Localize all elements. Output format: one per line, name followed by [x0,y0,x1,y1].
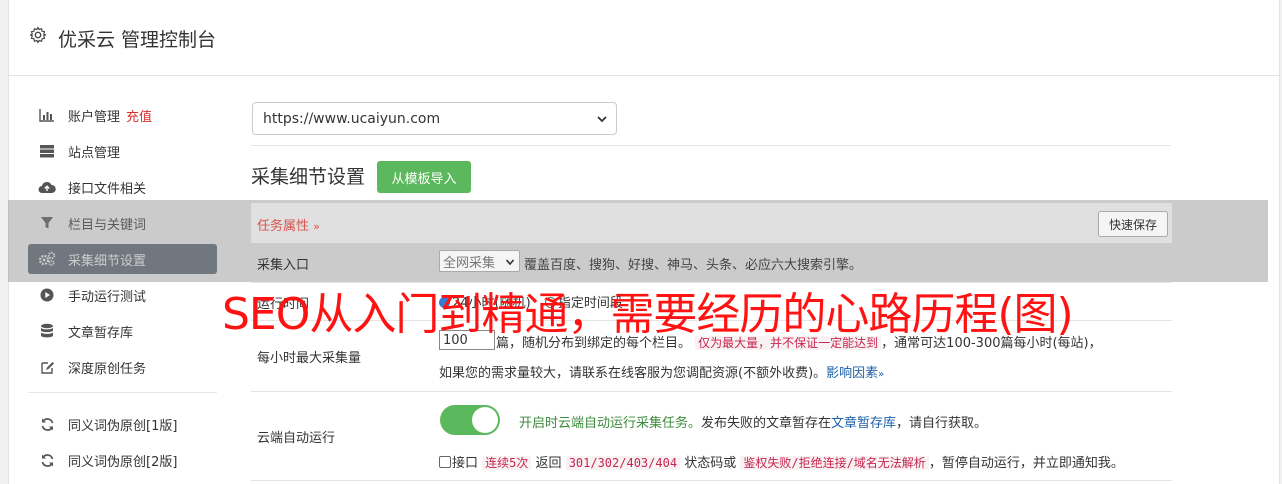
sidebar-item-label: 同义词伪原创[1版] [68,418,178,434]
task-attributes-bar: 任务属性 » 快速保存 [251,203,1172,243]
refresh-icon [38,451,56,469]
site-select[interactable]: https://www.ucaiyun.com [252,102,617,135]
sidebar-item-deep-original[interactable]: 深度原创任务 [28,352,217,382]
refresh-icon [38,415,56,433]
server-icon [38,142,56,160]
toggle-knob [472,407,498,433]
max-count-label: 每小时最大采集量 [257,351,362,366]
recharge-link[interactable]: 充值 [126,106,152,125]
database-icon [38,322,56,340]
sidebar-item-synonym-v1[interactable]: 同义词伪原创[1版] [28,409,217,439]
sidebar-item-sites[interactable]: 站点管理 [28,136,217,166]
cloud-run-label: 云端自动运行 [257,431,336,446]
edit-icon [38,358,56,376]
play-circle-icon [38,286,56,304]
sidebar-item-synonym-v2[interactable]: 同义词伪原创[2版] [28,445,217,475]
cloud-run-desc: 开启时云端自动运行采集任务。发布失败的文章暂存在文章暂存库，请自行获取。 [519,416,988,431]
sidebar-item-label: 深度原创任务 [68,361,147,377]
quick-save-button[interactable]: 快速保存 [1098,211,1168,237]
collect-entry-select[interactable]: 全网采集 [439,250,520,272]
sidebar-item-interface-files[interactable]: 接口文件相关 [28,172,217,202]
sidebar-item-article-store[interactable]: 文章暂存库 [28,316,217,346]
chevron-down-icon: » [878,369,885,380]
chevron-down-icon [597,116,607,123]
page-title: 优采云 管理控制台 [58,29,217,51]
chevron-down-icon [505,259,515,266]
collect-entry-desc: 覆盖百度、搜狗、好搜、神马、头条、必应六大搜索引擎。 [524,258,863,273]
sidebar-item-manual-run[interactable]: 手动运行测试 [28,280,217,310]
overlay-caption: SEO从入门到精通，需要经历的心路历程(图) [222,289,1074,340]
import-template-button[interactable]: 从模板导入 [377,161,471,193]
max-count-line2: 如果您的需求量较大，请联系在线客服为您调配资源(不额外收费)。影响因素» [439,366,885,381]
sidebar-item-label: 手动运行测试 [68,289,147,305]
section-title: 采集细节设置 [251,166,366,188]
cloud-run-toggle[interactable] [440,405,500,435]
bar-chart-icon [38,106,56,124]
sidebar-item-label: 接口文件相关 [68,181,147,197]
double-chevron-icon: » [313,220,320,233]
sidebar-item-label: 文章暂存库 [68,325,134,341]
gear-icon [29,26,47,44]
divider [251,145,1171,146]
collect-entry-label: 采集入口 [257,258,310,273]
pause-checkbox[interactable] [439,456,451,468]
factors-link[interactable]: 影响因素» [826,366,884,381]
row-divider [251,480,1172,481]
row-divider [251,391,1172,392]
article-store-link[interactable]: 文章暂存库 [831,416,896,431]
sidebar-item-label: 账户管理 [68,109,121,125]
sidebar-item-label: 同义词伪原创[2版] [68,454,178,470]
task-attributes-toggle[interactable]: 任务属性 » [257,215,320,234]
sidebar-item-label: 站点管理 [68,145,121,161]
header: 优采云 管理控制台 [9,0,1279,76]
sidebar-item-account[interactable]: 账户管理 充值 [28,100,217,130]
cloud-upload-icon [38,178,56,196]
sidebar-divider [28,392,217,393]
cloud-run-condition: 接口 连续5次 返回 301/302/403/404 状态码或 鉴权失败/拒绝连… [439,452,1124,471]
site-select-value: https://www.ucaiyun.com [263,110,441,127]
